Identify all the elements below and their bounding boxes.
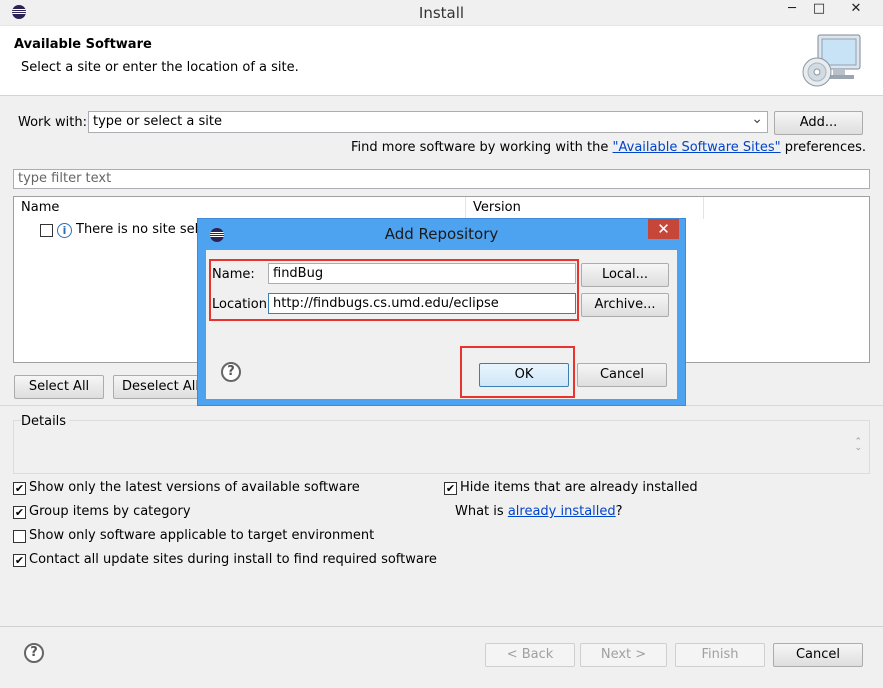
window-title: Install (418, 4, 465, 22)
latest-versions-checkbox[interactable] (13, 482, 26, 495)
hide-installed-label: Hide items that are already installed (460, 480, 698, 495)
contact-update-sites-label: Contact all update sites during install … (29, 552, 437, 567)
find-more-prefix: Find more software by working with the (351, 140, 613, 155)
footer-divider (0, 626, 883, 627)
back-button[interactable]: < Back (485, 643, 575, 667)
group-by-category-checkbox[interactable] (13, 506, 26, 519)
install-banner-icon (800, 32, 864, 88)
select-all-button[interactable]: Select All (14, 375, 104, 399)
info-icon: i (57, 223, 72, 238)
work-with-label: Work with: (18, 115, 88, 130)
applicable-software-checkbox[interactable] (13, 530, 26, 543)
group-by-category-label: Group items by category (29, 504, 191, 519)
details-label: Details (21, 414, 70, 429)
column-header-name[interactable]: Name (14, 197, 466, 219)
scroll-arrows-icon[interactable]: ⌃ ⌄ (854, 438, 862, 453)
header-banner: Available Software Select a site or ente… (0, 26, 883, 96)
find-more-text: Find more software by working with the "… (351, 140, 866, 155)
archive-button[interactable]: Archive... (581, 293, 669, 317)
row-checkbox[interactable] (40, 224, 53, 237)
available-software-sites-link[interactable]: "Available Software Sites" (613, 140, 781, 155)
what-is-installed-text: What is already installed? (455, 504, 623, 519)
page-title: Available Software (14, 37, 152, 52)
work-with-value: type or select a site (93, 114, 222, 129)
page-description: Select a site or enter the location of a… (21, 60, 299, 75)
applicable-software-label: Show only software applicable to target … (29, 528, 375, 543)
latest-versions-label: Show only the latest versions of availab… (29, 480, 360, 495)
what-is-suffix: ? (615, 504, 623, 519)
row-name: There is no site selec (76, 222, 214, 237)
dialog-title: Add Repository (384, 225, 499, 243)
add-site-button[interactable]: Add... (774, 111, 863, 135)
maximize-button[interactable]: □ (806, 0, 832, 20)
contact-update-sites-checkbox[interactable] (13, 554, 26, 567)
deselect-all-button[interactable]: Deselect All (113, 375, 208, 399)
minimize-button[interactable]: ─ (779, 0, 805, 20)
add-repository-dialog[interactable]: Add Repository ✕ Name: findBug Local... … (197, 218, 686, 406)
already-installed-link[interactable]: already installed (508, 504, 616, 519)
window-titlebar: Install ─ □ ✕ (0, 0, 883, 26)
finish-button[interactable]: Finish (675, 643, 765, 667)
work-with-combo[interactable]: type or select a site ⌄ (88, 111, 768, 133)
next-button[interactable]: Next > (580, 643, 667, 667)
find-more-suffix: preferences. (780, 140, 866, 155)
details-panel: ⌃ ⌄ (13, 420, 870, 474)
highlight-fields-box (209, 259, 579, 321)
filter-placeholder: type filter text (18, 171, 112, 186)
close-button[interactable]: ✕ (833, 0, 879, 20)
hide-installed-checkbox[interactable] (444, 482, 457, 495)
chevron-down-icon[interactable]: ⌄ (751, 109, 763, 129)
cancel-button[interactable]: Cancel (773, 643, 863, 667)
what-is-prefix: What is (455, 504, 508, 519)
column-header-version[interactable]: Version (466, 197, 704, 219)
dialog-close-button[interactable]: ✕ (648, 219, 679, 239)
local-button[interactable]: Local... (581, 263, 669, 287)
dialog-cancel-button[interactable]: Cancel (577, 363, 667, 387)
filter-input[interactable]: type filter text (13, 169, 870, 189)
dialog-help-icon[interactable]: ? (221, 362, 241, 382)
help-icon[interactable]: ? (24, 643, 44, 663)
highlight-ok-box (460, 346, 575, 398)
dialog-body: Name: findBug Local... Location: http://… (206, 250, 677, 399)
